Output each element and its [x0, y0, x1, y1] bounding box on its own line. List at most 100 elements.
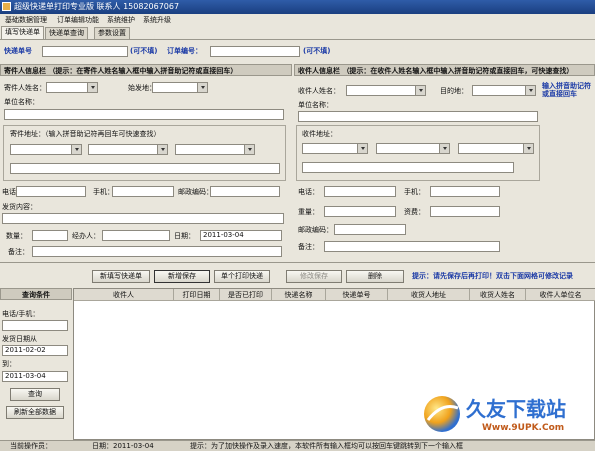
receiver-hint: （提示：在收件人姓名输入框中输入拼音助记符或直接回车，可快速查找）	[342, 67, 574, 75]
chevron-down-icon	[443, 147, 447, 150]
tab-fill-form[interactable]: 填写快递单	[1, 26, 44, 39]
new-form-button[interactable]: 新填写快递单	[92, 270, 150, 283]
receiver-mobile-label: 手机：	[404, 188, 425, 196]
chevron-down-icon	[161, 148, 165, 151]
sender-header: 寄件人信息栏 （提示：在寄件人姓名输入框中输入拼音助记符或直接回车）	[0, 64, 292, 76]
status-tip: 提示：为了加快操作及录入速度，本软件所有输入框均可以按回车键跳转到下一个输入框	[190, 442, 463, 450]
receiver-remark-label: 备注：	[298, 243, 319, 251]
query-start-input[interactable]: 2011-02-02	[2, 345, 68, 356]
sender-company-input[interactable]	[4, 109, 284, 120]
sender-postcode-label: 邮政编码：	[178, 188, 213, 196]
express-no-input[interactable]	[42, 46, 128, 57]
weight-input[interactable]	[324, 206, 396, 217]
receiver-mobile-input[interactable]	[430, 186, 500, 197]
receiver-name-label: 收件人姓名：	[298, 87, 340, 95]
status-date: 日期：2011-03-04	[92, 442, 154, 450]
order-no-input[interactable]	[210, 46, 300, 57]
order-no-label: 订单编号：	[167, 47, 202, 55]
date-input[interactable]: 2011-03-04	[200, 230, 282, 241]
modify-save-button[interactable]: 修改保存	[286, 270, 342, 283]
sender-address-label: 寄件地址：（输入拼音助记符再回车可快速查找）	[10, 130, 161, 138]
receiver-address-input[interactable]	[302, 162, 514, 173]
menu-system-maintenance[interactable]: 系统维护	[105, 15, 137, 26]
status-bar: 当前操作员： 日期：2011-03-04 提示：为了加快操作及录入速度，本软件所…	[0, 440, 595, 451]
receiver-province-select[interactable]	[302, 143, 368, 154]
chevron-down-icon	[248, 148, 252, 151]
receiver-header: 收件人信息栏 （提示：在收件人姓名输入框中输入拼音助记符或直接回车，可快速查找）	[294, 64, 595, 76]
receiver-company-label: 单位名称：	[298, 101, 333, 109]
tab-settings[interactable]: 参数设置	[94, 27, 130, 39]
receiver-remark-input[interactable]	[324, 241, 500, 252]
weight-label: 重量：	[298, 208, 319, 216]
receiver-phone-label: 电话：	[298, 188, 319, 196]
fee-input[interactable]	[430, 206, 500, 217]
save-button[interactable]: 新增保存	[154, 270, 210, 283]
sender-mobile-label: 手机：	[93, 188, 114, 196]
origin-select[interactable]	[152, 82, 208, 93]
qty-input[interactable]	[32, 230, 68, 241]
query-end-input[interactable]: 2011-03-04	[2, 371, 68, 382]
sender-hint: （提示：在寄件人姓名输入框中输入拼音助记符或直接回车）	[48, 67, 238, 75]
sender-phone-input[interactable]	[16, 186, 86, 197]
sender-postcode-input[interactable]	[210, 186, 280, 197]
grid-col-company[interactable]: 收件人单位名	[526, 289, 595, 301]
section-divider	[0, 262, 595, 263]
receiver-city-select[interactable]	[376, 143, 450, 154]
order-no-optional: (可不填)	[303, 47, 331, 55]
handler-label: 经办人：	[72, 232, 100, 240]
chevron-down-icon	[419, 89, 423, 92]
sender-remark-input[interactable]	[32, 246, 282, 257]
sender-city-select[interactable]	[88, 144, 168, 155]
window-title: 超级快递单打印专业版 联系人 15082067067	[14, 2, 180, 11]
receiver-company-input[interactable]	[298, 111, 538, 122]
chevron-down-icon	[527, 147, 531, 150]
tab-divider	[0, 39, 595, 40]
query-phone-label: 电话/手机：	[2, 310, 40, 318]
fee-label: 资费：	[404, 208, 425, 216]
watermark-text: 久友下载站	[466, 397, 566, 421]
receiver-postcode-input[interactable]	[334, 224, 406, 235]
grid-col-name[interactable]: 收货人姓名	[470, 289, 526, 301]
qty-label: 数量：	[6, 232, 27, 240]
query-end-label: 到：	[2, 360, 16, 368]
query-phone-input[interactable]	[2, 320, 68, 331]
sender-remark-label: 备注：	[8, 248, 29, 256]
watermark-logo: 久友下载站 Www.9UPK.Com	[420, 392, 595, 436]
handler-input[interactable]	[102, 230, 170, 241]
grid-col-address[interactable]: 收货人地址	[388, 289, 470, 301]
sender-district-select[interactable]	[175, 144, 255, 155]
receiver-district-select[interactable]	[458, 143, 534, 154]
refresh-all-button[interactable]: 刷新全部数据	[6, 406, 64, 419]
grid-col-print-date[interactable]: 打印日期	[174, 289, 220, 301]
logo-sphere-icon	[424, 396, 460, 432]
express-no-label: 快递单号	[4, 47, 32, 55]
content-label: 发货内容：	[2, 203, 37, 211]
menu-order-edit[interactable]: 订单编辑功能	[55, 15, 101, 26]
chevron-down-icon	[75, 148, 79, 151]
delete-button[interactable]: 删除	[346, 270, 404, 283]
content-input[interactable]	[2, 213, 284, 224]
tab-query[interactable]: 快递单查询	[45, 27, 88, 39]
query-button[interactable]: 查询	[10, 388, 60, 401]
grid-col-printed[interactable]: 是否已打印	[220, 289, 272, 301]
menu-basic-data[interactable]: 基础数据管理	[3, 15, 49, 26]
sender-name-label: 寄件人姓名：	[4, 84, 46, 92]
menu-system-upgrade[interactable]: 系统升级	[141, 15, 173, 26]
query-header: 查询条件	[0, 288, 72, 300]
window-title-bar: 超级快递单打印专业版 联系人 15082067067	[0, 0, 595, 14]
print-button[interactable]: 单个打印快递	[214, 270, 270, 283]
chevron-down-icon	[201, 86, 205, 89]
sender-company-label: 单位名称：	[4, 98, 39, 106]
receiver-name-select[interactable]	[346, 85, 426, 96]
grid-col-express-no[interactable]: 快递单号	[326, 289, 388, 301]
query-start-label: 发货日期从	[2, 335, 37, 343]
sender-address-input[interactable]	[10, 163, 280, 174]
sender-name-select[interactable]	[46, 82, 98, 93]
sender-mobile-input[interactable]	[112, 186, 174, 197]
destination-select[interactable]	[472, 85, 536, 96]
receiver-phone-input[interactable]	[324, 186, 396, 197]
grid-col-express-name[interactable]: 快递名称	[272, 289, 326, 301]
date-label: 日期：	[174, 232, 195, 240]
sender-province-select[interactable]	[10, 144, 82, 155]
grid-col-receiver[interactable]: 收件人	[74, 289, 174, 301]
